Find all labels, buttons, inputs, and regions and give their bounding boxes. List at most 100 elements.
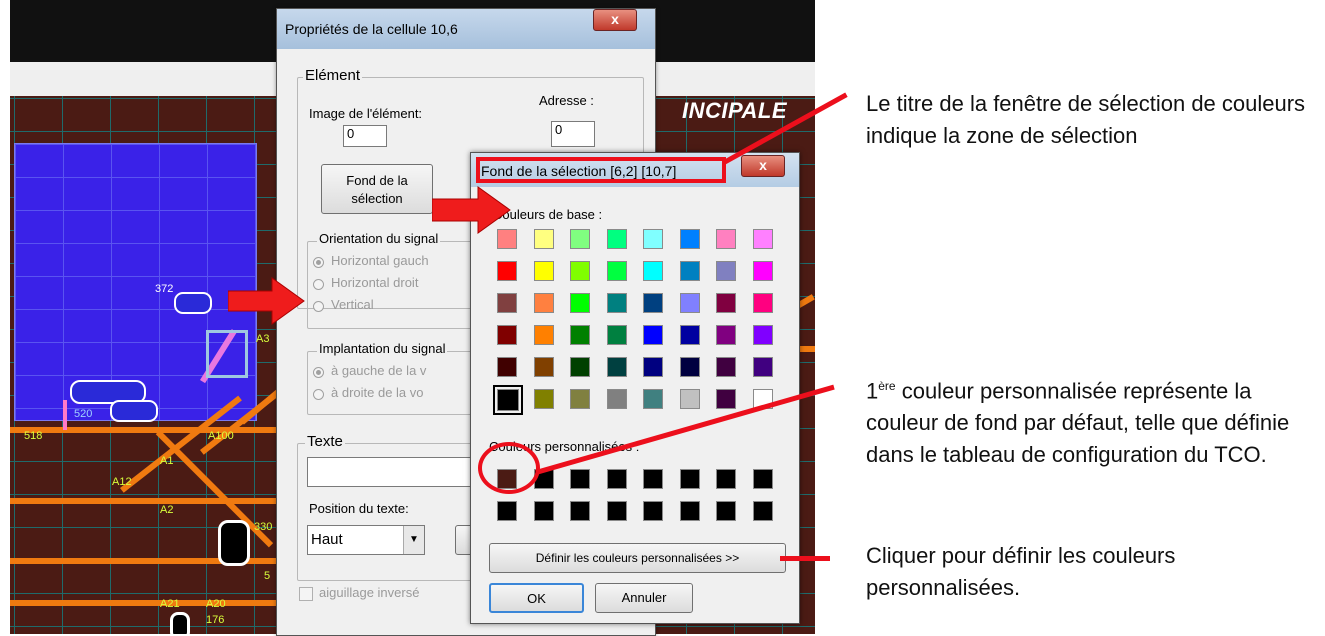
fond-selection-button[interactable]: Fond de la sélection xyxy=(321,164,433,214)
position-label: Position du texte: xyxy=(309,501,409,516)
signal-icon[interactable] xyxy=(170,612,190,634)
custom-color-swatch[interactable] xyxy=(716,469,736,489)
custom-color-swatch[interactable] xyxy=(570,501,590,521)
base-color-swatch[interactable] xyxy=(606,261,627,281)
base-color-swatch[interactable] xyxy=(752,261,773,281)
base-color-swatch[interactable] xyxy=(752,357,773,377)
aiguillage-label: aiguillage inversé xyxy=(319,585,420,600)
label-330: 330 xyxy=(254,521,273,533)
dialog-title: Propriétés de la cellule 10,6 xyxy=(285,21,458,37)
image-input[interactable]: 0 xyxy=(343,125,387,147)
track-pink xyxy=(63,400,67,430)
custom-color-swatch[interactable] xyxy=(643,469,663,489)
address-label: Adresse : xyxy=(539,93,594,108)
define-custom-colors-button[interactable]: Définir les couleurs personnalisées >> xyxy=(489,543,786,573)
base-color-swatch[interactable] xyxy=(643,357,663,377)
orientation-radio-2[interactable] xyxy=(313,301,324,312)
base-color-swatch[interactable] xyxy=(497,357,517,377)
color-picker-dialog: Fond de la sélection [6,2] [10,7] x Coul… xyxy=(470,152,800,624)
base-color-swatch[interactable] xyxy=(679,357,700,377)
base-color-swatch[interactable] xyxy=(679,229,700,249)
custom-color-swatch[interactable] xyxy=(752,501,773,521)
base-color-swatch[interactable] xyxy=(570,389,590,409)
base-color-swatch[interactable] xyxy=(679,293,700,313)
cancel-button[interactable]: Annuler xyxy=(595,583,693,613)
custom-color-swatch[interactable] xyxy=(497,501,517,521)
annotation-custom-note: 1ère couleur personnalisée représente la… xyxy=(866,370,1316,471)
base-color-swatch[interactable] xyxy=(497,293,517,313)
label-176: 176 xyxy=(206,614,225,626)
custom-color-circle xyxy=(478,442,540,494)
custom-color-swatch[interactable] xyxy=(606,469,627,489)
custom-color-swatch[interactable] xyxy=(606,501,627,521)
base-color-swatch[interactable] xyxy=(533,357,554,377)
base-color-swatch[interactable] xyxy=(606,293,627,313)
custom-color-swatch[interactable] xyxy=(643,501,663,521)
aiguillage-checkbox[interactable] xyxy=(299,587,313,601)
base-color-swatch[interactable] xyxy=(570,261,590,281)
label-a1: A1 xyxy=(160,455,174,467)
element-group-label: Elément xyxy=(303,67,363,84)
base-color-swatch[interactable] xyxy=(570,325,590,345)
implantation-option-0: à gauche de la v xyxy=(331,363,427,378)
base-color-swatch[interactable] xyxy=(643,293,663,313)
base-color-swatch[interactable] xyxy=(716,261,736,281)
base-color-swatch[interactable] xyxy=(716,229,736,249)
close-button[interactable]: x xyxy=(593,9,637,31)
base-color-swatch[interactable] xyxy=(679,325,700,345)
arrow-right-icon xyxy=(228,277,305,325)
base-color-swatch[interactable] xyxy=(606,389,627,409)
custom-color-swatch[interactable] xyxy=(679,501,700,521)
orientation-option-2: Vertical xyxy=(331,297,374,312)
base-color-swatch[interactable] xyxy=(570,357,590,377)
base-color-swatch[interactable] xyxy=(716,325,736,345)
label-520: 520 xyxy=(74,408,93,420)
base-color-swatch[interactable] xyxy=(570,229,590,249)
base-color-swatch[interactable] xyxy=(570,293,590,313)
base-color-swatch[interactable] xyxy=(643,389,663,409)
base-color-swatch[interactable] xyxy=(533,293,554,313)
base-color-swatch[interactable] xyxy=(606,357,627,377)
base-color-swatch[interactable] xyxy=(643,325,663,345)
base-color-swatch[interactable] xyxy=(752,325,773,345)
orientation-option-1: Horizontal droit xyxy=(331,275,419,290)
base-color-swatch[interactable] xyxy=(643,229,663,249)
base-color-swatch[interactable] xyxy=(752,229,773,249)
signal-icon[interactable] xyxy=(110,400,158,422)
chevron-down-icon[interactable]: ▼ xyxy=(403,526,424,554)
base-color-swatch[interactable] xyxy=(497,325,517,345)
base-color-swatch[interactable] xyxy=(533,229,554,249)
custom-color-swatch[interactable] xyxy=(570,469,590,489)
base-color-swatch[interactable] xyxy=(606,325,627,345)
custom-color-swatch[interactable] xyxy=(533,501,554,521)
signal-icon[interactable] xyxy=(174,292,212,314)
base-color-swatch[interactable] xyxy=(716,389,736,409)
orientation-radio-0[interactable] xyxy=(313,257,324,268)
signal-icon[interactable] xyxy=(218,520,250,566)
custom-color-swatch[interactable] xyxy=(716,501,736,521)
base-color-swatch[interactable] xyxy=(533,325,554,345)
base-color-swatch[interactable] xyxy=(679,261,700,281)
base-color-swatch[interactable] xyxy=(716,357,736,377)
position-select[interactable]: Haut ▼ xyxy=(307,525,425,555)
ok-button[interactable]: OK xyxy=(489,583,584,613)
address-input[interactable]: 0 xyxy=(551,121,595,147)
base-color-swatch[interactable] xyxy=(533,261,554,281)
annotation-define-note: Cliquer pour définir les couleurs person… xyxy=(866,543,1176,600)
custom-color-swatch[interactable] xyxy=(679,469,700,489)
base-color-swatch[interactable] xyxy=(533,389,554,409)
label-518: 518 xyxy=(24,430,43,442)
base-color-swatch[interactable] xyxy=(643,261,663,281)
base-color-swatch[interactable] xyxy=(679,389,700,409)
selection-cursor xyxy=(206,330,248,378)
base-color-swatch[interactable] xyxy=(752,293,773,313)
custom-color-swatch[interactable] xyxy=(752,469,773,489)
base-color-swatch[interactable] xyxy=(716,293,736,313)
base-color-swatch[interactable] xyxy=(497,261,517,281)
base-color-swatch[interactable] xyxy=(493,385,523,415)
implantation-radio-0[interactable] xyxy=(313,367,324,378)
orientation-radio-1[interactable] xyxy=(313,279,324,290)
color-dialog-close-button[interactable]: x xyxy=(741,155,785,177)
base-color-swatch[interactable] xyxy=(606,229,627,249)
implantation-radio-1[interactable] xyxy=(313,389,324,400)
